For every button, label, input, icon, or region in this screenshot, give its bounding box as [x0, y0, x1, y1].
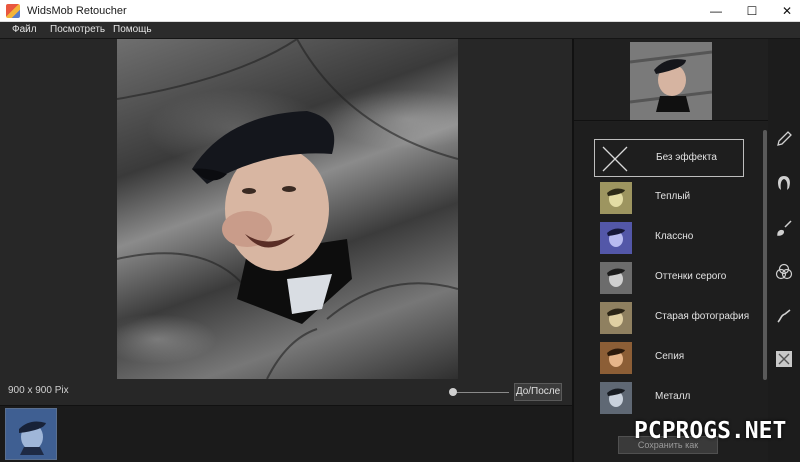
smudge-icon[interactable] — [775, 307, 793, 325]
effect-label: Металл — [655, 391, 691, 402]
filmstrip-thumbnail[interactable] — [5, 408, 57, 460]
effect-thumbnail — [600, 222, 632, 254]
zoom-slider-handle[interactable] — [449, 388, 457, 396]
effect-item-none[interactable]: Без эффекта — [594, 139, 744, 177]
effect-thumbnail — [600, 262, 632, 294]
menu-bar: Файл Посмотреть Помощь — [0, 22, 800, 39]
preview-thumbnail — [630, 42, 712, 120]
close-icon — [599, 143, 631, 175]
watermark-text: PCPROGS.NET — [634, 418, 787, 444]
title-bar: WidsMob Retoucher — ☐ ✕ — [0, 0, 800, 22]
effect-item-grayscale[interactable]: Оттенки серого — [594, 259, 744, 297]
minimize-button[interactable]: — — [699, 0, 733, 22]
brush-icon[interactable] — [775, 219, 793, 237]
effect-item-metal[interactable]: Металл — [594, 379, 744, 417]
pencil-icon[interactable] — [775, 130, 793, 148]
effect-thumbnail — [600, 182, 632, 214]
color-circles-icon[interactable] — [775, 263, 793, 281]
zoom-slider-track[interactable] — [452, 392, 509, 393]
effect-label: Оттенки серого — [655, 271, 727, 282]
menu-view[interactable]: Посмотреть — [50, 24, 105, 35]
effects-icon[interactable] — [775, 350, 793, 368]
tool-sidebar — [768, 39, 800, 462]
effect-label: Теплый — [655, 191, 691, 202]
effect-label: Старая фотография — [655, 311, 750, 322]
effect-item-warm[interactable]: Теплый — [594, 179, 744, 217]
effect-label: Сепия — [655, 351, 685, 362]
preview-image — [630, 42, 712, 120]
effect-thumbnail — [600, 382, 632, 414]
image-size-label: 900 x 900 Pix — [8, 385, 69, 396]
effects-list: Без эффекта Теплый Классно Оттенки серог… — [574, 122, 768, 462]
effect-label: Классно — [655, 231, 694, 242]
effects-scrollbar[interactable] — [763, 130, 767, 380]
menu-help[interactable]: Помощь — [113, 24, 152, 35]
effect-item-old-photo[interactable]: Старая фотография — [594, 299, 749, 337]
main-photo[interactable] — [117, 39, 458, 379]
before-after-button[interactable]: До/После — [514, 383, 562, 401]
preview-pane — [574, 39, 768, 121]
effect-item-sepia[interactable]: Сепия — [594, 339, 744, 377]
filmstrip — [0, 405, 572, 462]
app-logo-icon — [6, 4, 20, 18]
hair-icon[interactable] — [775, 174, 793, 192]
thumbnail-image — [6, 409, 56, 459]
effect-item-cool[interactable]: Классно — [594, 219, 744, 257]
menu-file[interactable]: Файл — [12, 24, 37, 35]
portrait-illustration — [117, 39, 458, 379]
effect-label: Без эффекта — [656, 152, 717, 163]
photo-canvas: 900 x 900 Pix До/После — [0, 39, 572, 405]
maximize-button[interactable]: ☐ — [735, 0, 769, 22]
effect-thumbnail — [600, 342, 632, 374]
close-button[interactable]: ✕ — [770, 0, 800, 22]
effect-thumbnail — [600, 302, 632, 334]
window-title: WidsMob Retoucher — [27, 5, 127, 17]
